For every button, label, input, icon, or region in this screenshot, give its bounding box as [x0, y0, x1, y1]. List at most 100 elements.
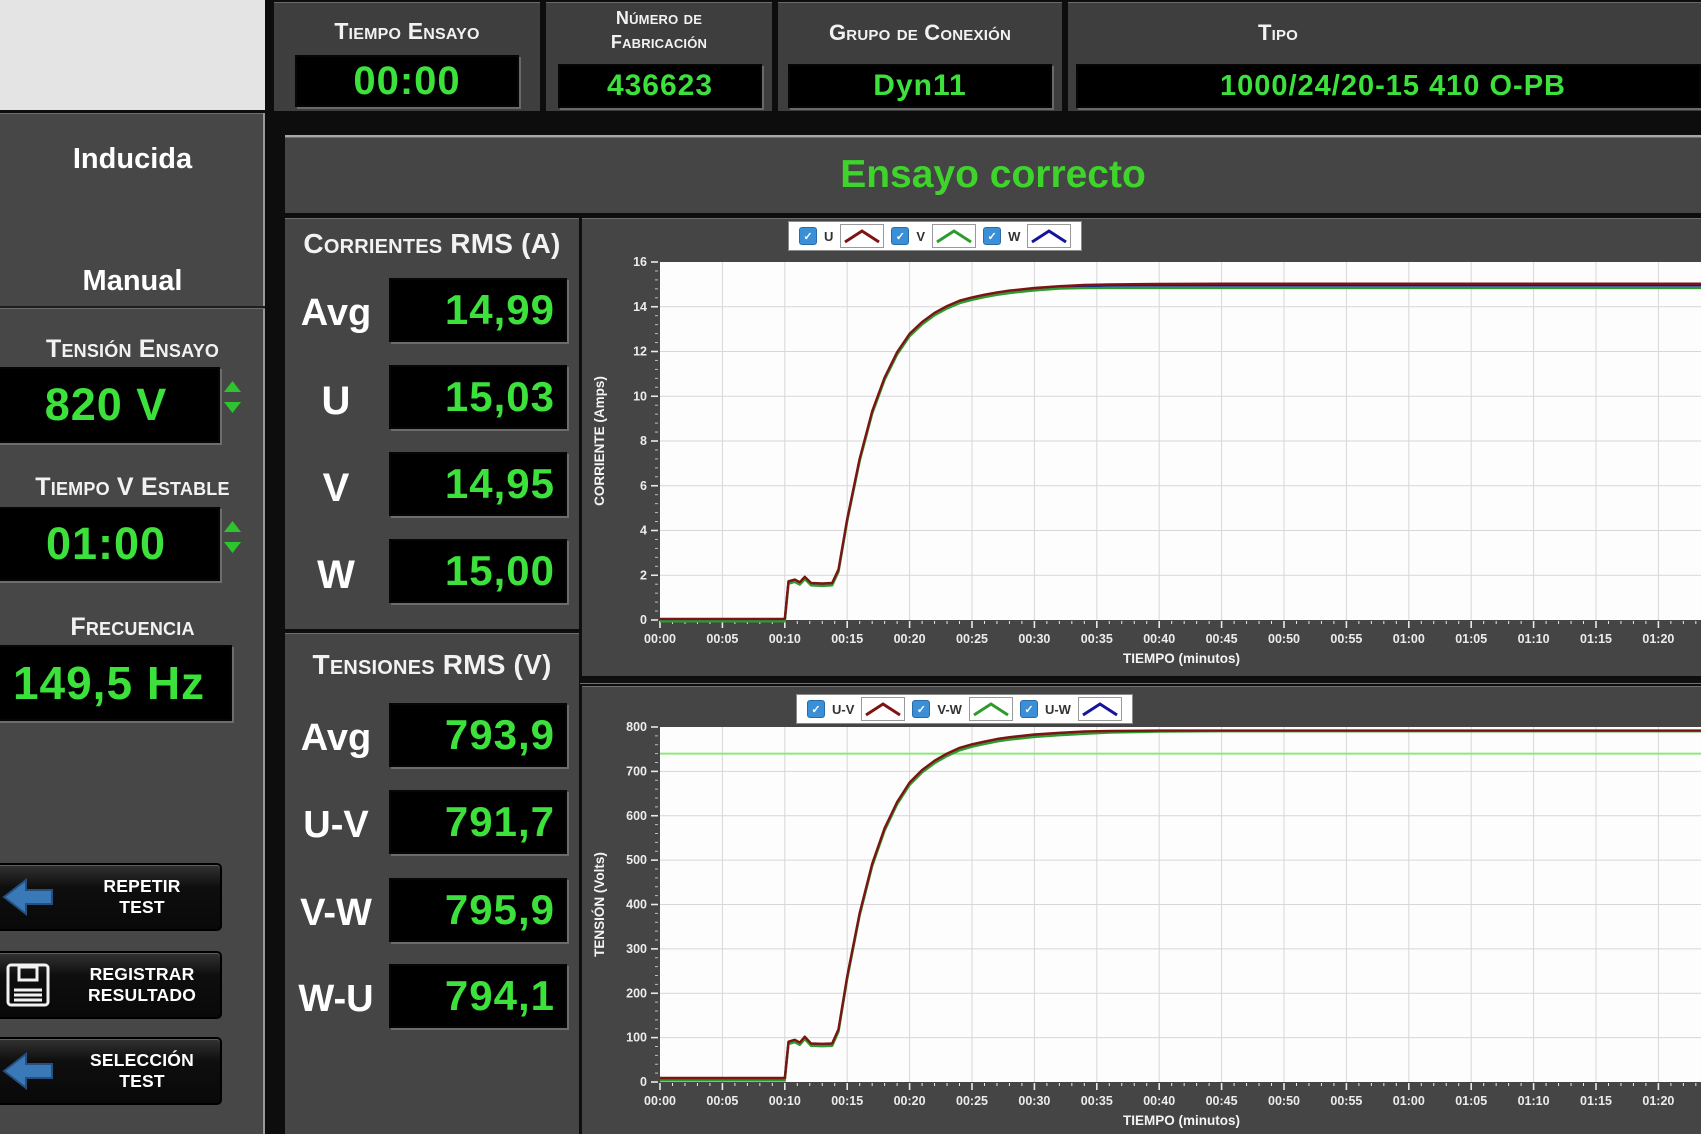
svg-text:00:35: 00:35: [1081, 632, 1113, 646]
svg-text:00:45: 00:45: [1206, 632, 1238, 646]
svg-text:00:40: 00:40: [1143, 632, 1175, 646]
legend-line-sample[interactable]: [840, 224, 884, 248]
svg-text:00:20: 00:20: [894, 632, 926, 646]
legend-line-sample[interactable]: [861, 697, 905, 721]
svg-text:100: 100: [626, 1031, 647, 1045]
svg-text:8: 8: [640, 434, 647, 448]
tiempo-ensayo-display: 00:00: [295, 55, 519, 107]
spin-up-icon[interactable]: [224, 521, 241, 532]
svg-text:00:25: 00:25: [956, 632, 988, 646]
svg-text:2: 2: [640, 568, 647, 582]
svg-text:00:05: 00:05: [706, 1094, 738, 1108]
svg-text:00:40: 00:40: [1143, 1094, 1175, 1108]
svg-text:400: 400: [626, 898, 647, 912]
svg-text:300: 300: [626, 942, 647, 956]
svg-text:01:10: 01:10: [1518, 1094, 1550, 1108]
tiempo-ensayo-label: Tiempo Ensayo: [274, 18, 540, 45]
svg-text:00:30: 00:30: [1018, 632, 1050, 646]
chart-canvas: 00:0000:0500:1000:1500:2000:2500:3000:35…: [582, 686, 1701, 1134]
mode-label-inducida: Inducida: [0, 143, 265, 176]
legend-checkbox-U[interactable]: ✓: [799, 227, 817, 245]
svg-text:00:15: 00:15: [831, 632, 863, 646]
spin-down-icon[interactable]: [224, 542, 241, 553]
svg-text:TIEMPO (minutos): TIEMPO (minutos): [1123, 651, 1240, 666]
tipo-label: Tipo: [1068, 20, 1488, 46]
svg-text:01:20: 01:20: [1642, 1094, 1674, 1108]
repetir-test-button[interactable]: REPETIR TEST: [0, 863, 222, 931]
arrow-left-icon: [0, 1051, 64, 1091]
svg-text:6: 6: [640, 479, 647, 493]
registrar-resultado-button[interactable]: REGISTRAR RESULTADO: [0, 951, 222, 1019]
tiempo-v-estable-input[interactable]: 01:00: [0, 507, 220, 581]
legend-checkbox-U-V[interactable]: ✓: [807, 700, 825, 718]
tension-chart: 00:0000:0500:1000:1500:2000:2500:3000:35…: [580, 686, 1701, 1134]
header-panel-tiempo-ensayo: Tiempo Ensayo 00:00: [274, 2, 540, 111]
legend-checkbox-V-W[interactable]: ✓: [912, 700, 930, 718]
legend-line-sample[interactable]: [1078, 697, 1122, 721]
tipo-display: 1000/24/20-15 410 O-PB: [1076, 64, 1701, 108]
tensiones-avg-display: 793,9: [389, 703, 567, 767]
numero-fabricacion-label-line1: Número de: [546, 8, 772, 29]
svg-text:01:00: 01:00: [1393, 1094, 1425, 1108]
repetir-test-label-line1: REPETIR: [103, 876, 180, 896]
corrientes-u-display: 15,03: [389, 365, 567, 429]
repetir-test-label-line2: TEST: [119, 897, 165, 917]
svg-text:01:05: 01:05: [1455, 632, 1487, 646]
legend-line-sample[interactable]: [1027, 224, 1071, 248]
corrientes-w-display: 15,00: [389, 539, 567, 603]
chart-canvas: 00:0000:0500:1000:1500:2000:2500:3000:35…: [582, 218, 1701, 676]
legend-label: V: [916, 229, 925, 244]
legend-label: U: [824, 229, 833, 244]
numero-fabricacion-label-line2: Fabricación: [546, 32, 772, 53]
svg-text:600: 600: [626, 809, 647, 823]
registrar-resultado-label-line2: RESULTADO: [88, 985, 196, 1005]
frecuencia-display: 149,5 Hz: [0, 645, 232, 721]
legend-checkbox-U-W[interactable]: ✓: [1020, 700, 1038, 718]
corrientes-row-label: V: [285, 466, 387, 511]
legend-label: U-W: [1045, 702, 1071, 717]
sidebar-divider: [0, 306, 265, 308]
legend-checkbox-W[interactable]: ✓: [983, 227, 1001, 245]
legend-label: U-V: [832, 702, 854, 717]
induced-voltage-test-screen: Tiempo Ensayo 00:00 Número de Fabricació…: [0, 0, 1701, 1134]
legend-line-sample[interactable]: [969, 697, 1013, 721]
status-banner-text: Ensayo correcto: [285, 137, 1701, 213]
spin-down-icon[interactable]: [224, 402, 241, 413]
spin-up-icon[interactable]: [224, 381, 241, 392]
tension-ensayo-input[interactable]: 820 V: [0, 367, 220, 443]
svg-text:200: 200: [626, 986, 647, 1000]
numero-fabricacion-display: 436623: [558, 64, 762, 108]
grupo-conexion-label: Grupo de Conexión: [778, 20, 1062, 46]
svg-text:4: 4: [640, 524, 647, 538]
tensiones-vw-display: 795,9: [389, 878, 567, 942]
chart-divider: [580, 679, 1701, 683]
grupo-conexion-display: Dyn11: [788, 64, 1052, 108]
seleccion-test-label-line1: SELECCIÓN: [90, 1050, 194, 1070]
svg-text:00:45: 00:45: [1206, 1094, 1238, 1108]
svg-text:TIEMPO (minutos): TIEMPO (minutos): [1123, 1113, 1240, 1128]
svg-text:01:15: 01:15: [1580, 632, 1612, 646]
tensiones-rms-title: Tensiones RMS (V): [285, 649, 579, 681]
tensiones-rms-panel: Tensiones RMS (V) Avg 793,9 U-V 791,7 V-…: [285, 633, 579, 1134]
legend-checkbox-V[interactable]: ✓: [891, 227, 909, 245]
svg-text:00:05: 00:05: [706, 632, 738, 646]
tensiones-row-label: Avg: [285, 717, 387, 760]
svg-text:14: 14: [633, 300, 647, 314]
svg-text:TENSIÓN (Volts): TENSIÓN (Volts): [592, 852, 607, 957]
svg-text:00:50: 00:50: [1268, 1094, 1300, 1108]
svg-text:00:55: 00:55: [1330, 632, 1362, 646]
corrientes-row-label: U: [285, 379, 387, 424]
header-panel-numero-fabricacion: Número de Fabricación 436623: [546, 2, 772, 111]
legend-line-sample[interactable]: [932, 224, 976, 248]
mode-label-manual: Manual: [0, 265, 265, 298]
svg-text:00:55: 00:55: [1330, 1094, 1362, 1108]
svg-text:800: 800: [626, 720, 647, 734]
svg-text:00:25: 00:25: [956, 1094, 988, 1108]
seleccion-test-button[interactable]: SELECCIÓN TEST: [0, 1037, 222, 1105]
svg-text:00:50: 00:50: [1268, 632, 1300, 646]
seleccion-test-label-line2: TEST: [119, 1071, 165, 1091]
tensiones-uv-display: 791,7: [389, 790, 567, 854]
sidebar: Inducida Manual Tensión Ensayo 820 V Tie…: [0, 113, 268, 1134]
svg-text:00:30: 00:30: [1018, 1094, 1050, 1108]
svg-text:01:15: 01:15: [1580, 1094, 1612, 1108]
